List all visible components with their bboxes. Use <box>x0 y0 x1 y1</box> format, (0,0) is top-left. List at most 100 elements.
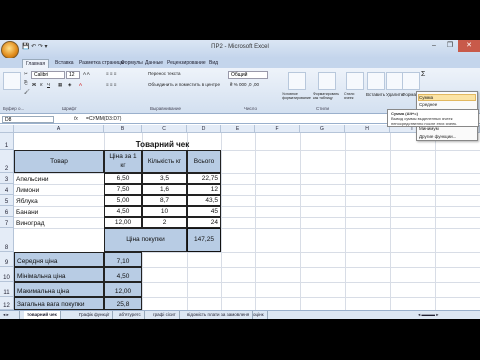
font-size-select[interactable]: 12 <box>66 71 80 79</box>
currency-icon[interactable]: ₴ % 000 ,0 ,00 <box>230 82 259 87</box>
column-header[interactable]: G <box>300 125 345 133</box>
cell-product[interactable]: Виноград <box>14 217 104 228</box>
format-table-button[interactable] <box>318 72 336 90</box>
font-color-icon[interactable]: A <box>79 82 82 87</box>
format-painter-icon[interactable]: 🖌 <box>24 89 30 95</box>
column-header[interactable]: C <box>142 125 187 133</box>
header-qty[interactable]: Кількість кг <box>142 150 187 173</box>
name-box[interactable]: D8 <box>2 116 54 123</box>
row-header[interactable]: 11 <box>0 282 14 297</box>
cut-icon[interactable]: ✂ <box>24 71 28 77</box>
cell-price[interactable]: 12,00 <box>104 217 142 228</box>
header-total[interactable]: Всього <box>187 150 221 173</box>
tab-home[interactable]: Главная <box>22 59 50 68</box>
sheet-title[interactable]: Товарний чек <box>104 133 221 150</box>
fx-icon[interactable]: fx <box>74 116 78 122</box>
column-header[interactable]: A <box>14 125 104 133</box>
grow-font-icon[interactable]: A A <box>83 71 90 76</box>
cell-product[interactable]: Яблука <box>14 195 104 206</box>
column-header[interactable]: E <box>221 125 255 133</box>
insert-cells-button[interactable] <box>367 72 385 90</box>
sheet-nav-icon[interactable]: ◂ ▸ <box>0 311 20 319</box>
row-header[interactable]: 12 <box>0 297 14 310</box>
column-header[interactable]: H <box>345 125 390 133</box>
maximize-icon[interactable]: ❐ <box>442 40 458 52</box>
cell-total[interactable]: 12 <box>187 184 221 195</box>
cell-qty[interactable]: 3,5 <box>142 173 187 184</box>
cell-product[interactable]: Апельсини <box>14 173 104 184</box>
column-header[interactable]: F <box>255 125 300 133</box>
summary-label[interactable]: Середня ціна <box>14 252 104 267</box>
borders-icon[interactable]: ▦ <box>58 82 62 88</box>
row-header[interactable]: 8 <box>0 228 14 252</box>
autosum-icon[interactable]: Σ <box>421 71 425 78</box>
summary-value[interactable]: 25,8 <box>104 297 142 310</box>
close-icon[interactable]: ✕ <box>458 40 480 52</box>
tab-insert[interactable]: Вставка <box>52 59 77 67</box>
select-all-corner[interactable] <box>0 125 14 133</box>
summary-label[interactable]: Макимальна ціна <box>14 282 104 297</box>
sheet-tab[interactable]: графі сісит <box>150 311 180 319</box>
horizontal-scrollbar[interactable]: ◂ ▬▬▬ ▸ <box>415 311 442 319</box>
formula-input[interactable]: =СУММ(D3:D7) <box>86 116 121 122</box>
italic-button[interactable]: К <box>40 82 43 87</box>
header-product[interactable]: Товар <box>14 150 104 173</box>
row-header[interactable]: 5 <box>0 195 14 206</box>
cell-qty[interactable]: 8,7 <box>142 195 187 206</box>
cell-total[interactable]: 24 <box>187 217 221 228</box>
column-header[interactable]: D <box>187 125 221 133</box>
cell-qty[interactable]: 1,6 <box>142 184 187 195</box>
merge-center-button[interactable]: Объединить и поместить в центре <box>148 82 220 87</box>
tab-review[interactable]: Рецензирование <box>164 59 209 67</box>
menu-item-average[interactable]: Среднее <box>419 102 437 107</box>
summary-value[interactable]: 7,10 <box>104 252 142 267</box>
sheet-tab[interactable]: товарний чек <box>24 311 61 319</box>
copy-icon[interactable]: ⎘ <box>24 80 28 85</box>
row-header[interactable]: 10 <box>0 267 14 282</box>
summary-value[interactable]: 4,50 <box>104 267 142 282</box>
font-name-select[interactable]: Calibri <box>31 71 65 79</box>
bold-button[interactable]: Ж <box>32 82 36 87</box>
cell-total[interactable]: 43,5 <box>187 195 221 206</box>
header-price[interactable]: Ціна за 1 кг <box>104 150 142 173</box>
row-header[interactable]: 3 <box>0 173 14 184</box>
cell-total[interactable]: 22,75 <box>187 173 221 184</box>
format-cells-button[interactable] <box>402 72 420 90</box>
minimize-icon[interactable]: – <box>426 40 442 52</box>
number-format-select[interactable]: Общий <box>228 71 268 79</box>
cell-styles-button[interactable] <box>346 72 364 90</box>
sheet-tab[interactable]: аб'ятуретс <box>116 311 145 319</box>
sheet-tab[interactable]: Графік функції <box>76 311 114 319</box>
row-header[interactable]: 6 <box>0 206 14 217</box>
sheet-tab[interactable]: відомість плати за замовленя <box>184 311 254 319</box>
align-top-icon[interactable]: ≡ ≡ ≡ <box>106 71 116 76</box>
row-header[interactable]: 4 <box>0 184 14 195</box>
purchase-total-cell[interactable]: 147,25 <box>187 228 221 252</box>
sheet-tab[interactable]: оцінк <box>250 311 268 319</box>
row-header[interactable]: 9 <box>0 252 14 267</box>
cell-price[interactable]: 7,50 <box>104 184 142 195</box>
cell-qty[interactable]: 2 <box>142 217 187 228</box>
cell-price[interactable]: 4,50 <box>104 206 142 217</box>
row-header[interactable]: 7 <box>0 217 14 228</box>
paste-button[interactable] <box>3 72 21 90</box>
cell-qty[interactable]: 10 <box>142 206 187 217</box>
cell-total[interactable]: 45 <box>187 206 221 217</box>
underline-button[interactable]: Ч <box>47 82 50 87</box>
align-left-icon[interactable]: ≡ ≡ ≡ <box>106 82 116 87</box>
conditional-format-button[interactable] <box>288 72 306 90</box>
row-header[interactable]: 1 <box>0 133 14 150</box>
summary-label[interactable]: Загальна вага покупки <box>14 297 104 310</box>
wrap-text-button[interactable]: Перенос текста <box>148 71 181 76</box>
cell-product[interactable]: Банани <box>14 206 104 217</box>
cell-product[interactable]: Лимони <box>14 184 104 195</box>
purchase-label[interactable]: Ціна покупки <box>104 228 187 252</box>
fill-color-icon[interactable]: ◈ <box>68 82 71 88</box>
menu-item-sum[interactable]: Сумма <box>418 94 476 101</box>
row-header[interactable]: 2 <box>0 150 14 173</box>
cell-price[interactable]: 5,00 <box>104 195 142 206</box>
menu-item-more-functions[interactable]: Другие функции... <box>419 134 456 139</box>
summary-label[interactable]: Мінімальна ціна <box>14 267 104 282</box>
column-header[interactable]: B <box>104 125 142 133</box>
tab-view[interactable]: Вид <box>206 59 221 67</box>
